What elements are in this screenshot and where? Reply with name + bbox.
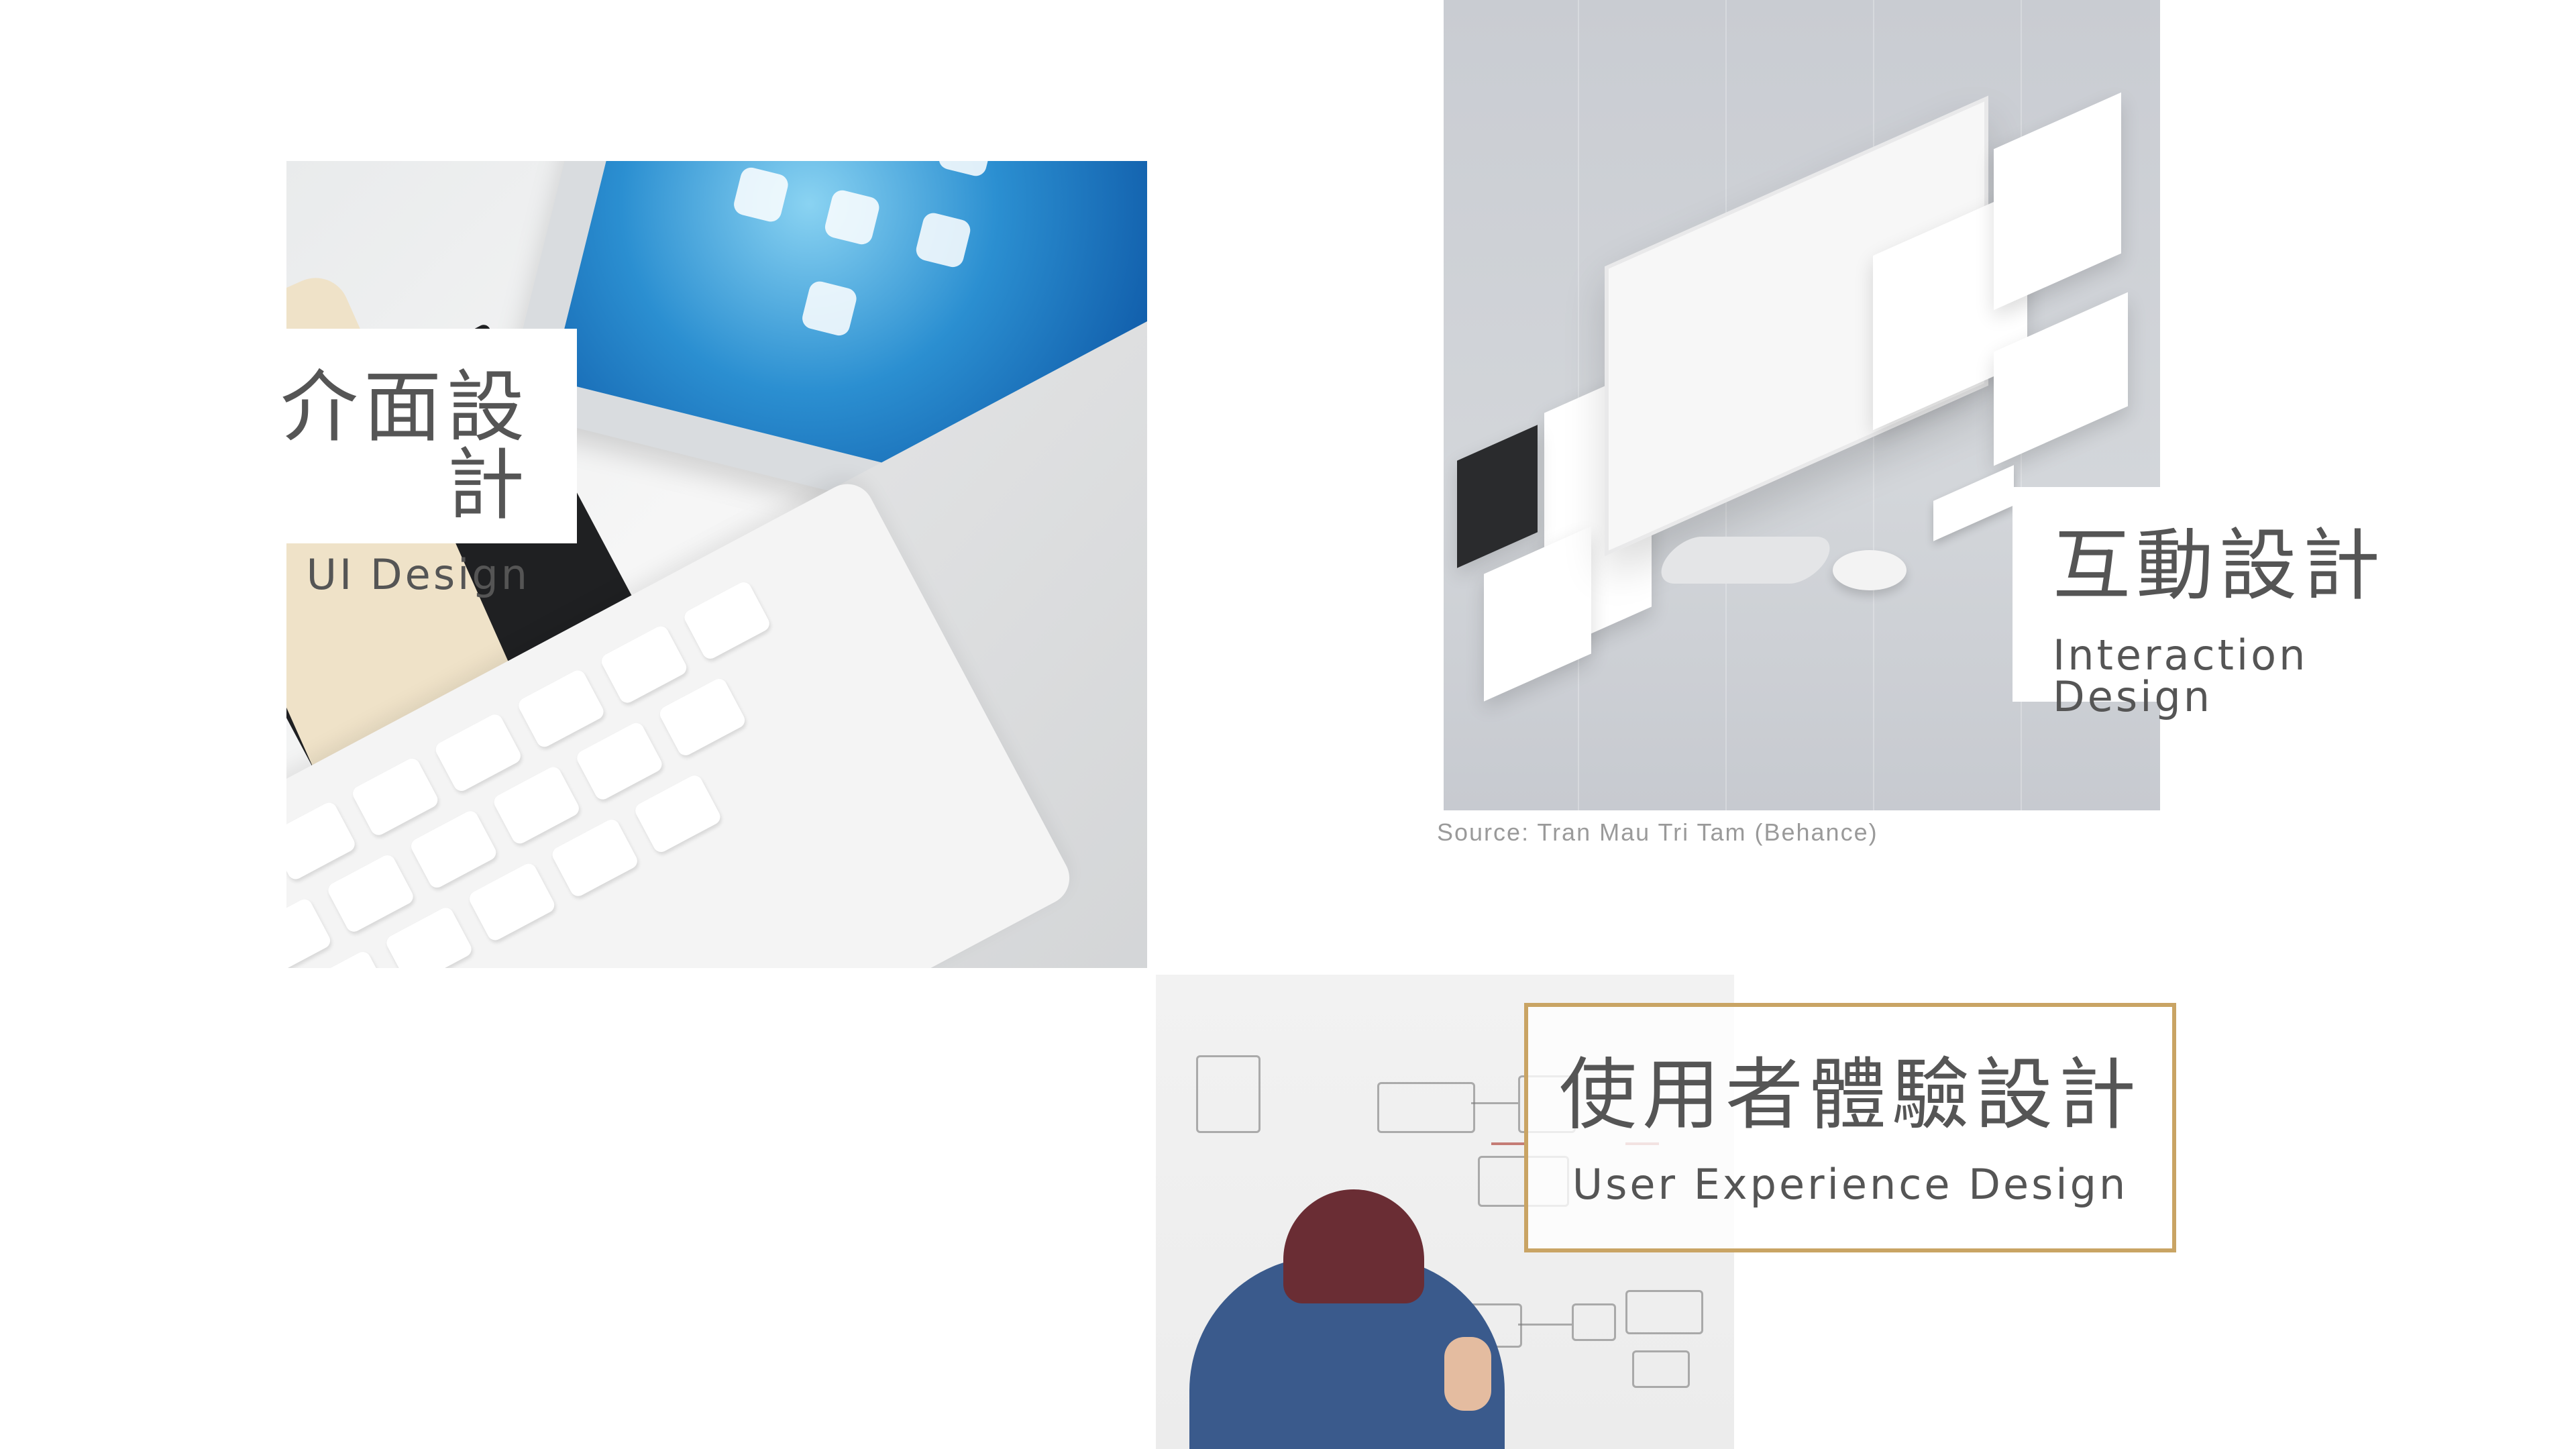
key [408, 808, 499, 891]
ui-design-title-en: UI Design [306, 550, 530, 599]
key [286, 896, 333, 968]
ux-design-title-zh: 使用者體驗設計 [1559, 1050, 2141, 1140]
mockup-panel [1994, 92, 2121, 311]
key [384, 905, 474, 968]
mouse-shape [1833, 550, 1907, 590]
ux-design-label: 使用者體驗設計 User Experience Design [1524, 1003, 2176, 1252]
interaction-design-title-zh: 互動設計 [2053, 521, 2385, 611]
app-icon [936, 161, 996, 178]
whiteboard-sketch [1572, 1303, 1616, 1341]
key [516, 667, 606, 750]
key [433, 711, 524, 794]
app-icon [731, 165, 790, 224]
whiteboard-sketch [1471, 1102, 1518, 1104]
key [549, 816, 641, 899]
key [633, 772, 723, 855]
phone-mockup [1933, 465, 2014, 541]
mockup-panel [1484, 526, 1591, 702]
key [598, 623, 690, 706]
app-icon [914, 211, 973, 270]
person-hand [1444, 1337, 1491, 1411]
key [657, 676, 748, 759]
key [682, 579, 773, 662]
app-icon [822, 188, 881, 247]
image-source-caption: Source: Tran Mau Tri Tam (Behance) [1437, 818, 1878, 846]
ui-design-label: 介面設計 UI Design [215, 329, 577, 596]
key [491, 764, 582, 847]
key [466, 861, 557, 943]
whiteboard-sketch [1377, 1082, 1475, 1133]
key [325, 852, 416, 935]
whiteboard-sketch [1632, 1350, 1690, 1388]
ui-design-title-zh: 介面設計 [280, 362, 530, 531]
mockup-panel-dark [1457, 425, 1538, 568]
key [574, 720, 665, 802]
whiteboard-sketch [1491, 1142, 1525, 1145]
whiteboard-sketch [1518, 1324, 1572, 1326]
ux-design-title-en: User Experience Design [1572, 1160, 2129, 1209]
monitor-stand [1651, 537, 1840, 584]
key [286, 800, 358, 882]
whiteboard-sketch [1625, 1290, 1703, 1334]
app-icon [800, 279, 859, 338]
interaction-design-title-en: Interaction Design [2053, 631, 2308, 721]
key [350, 755, 441, 838]
person-beanie [1283, 1189, 1424, 1303]
whiteboard-sketch [1196, 1055, 1260, 1133]
interaction-design-label: 互動設計 Interaction Design [2012, 487, 2469, 718]
